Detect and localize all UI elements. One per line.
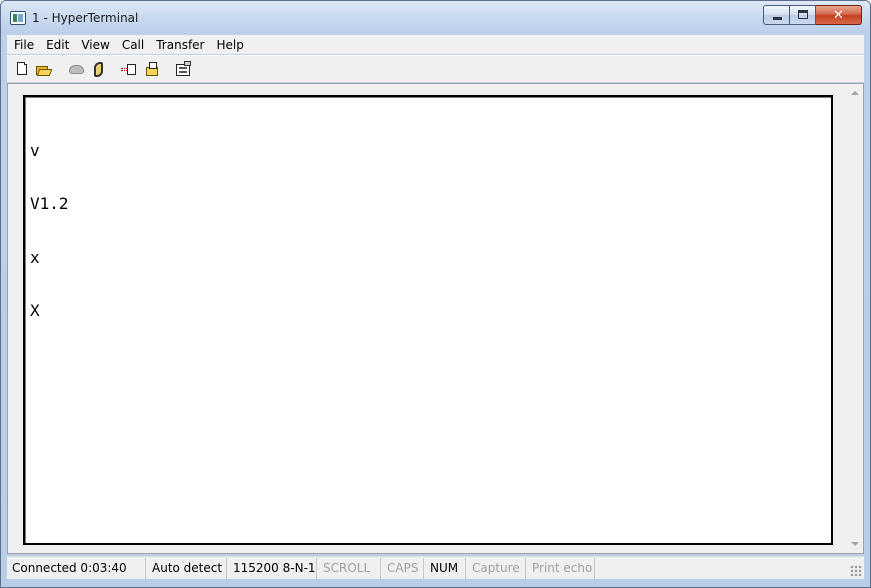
terminal-line: x: [30, 248, 40, 267]
status-caps: CAPS: [382, 558, 424, 579]
menu-view[interactable]: View: [74, 38, 114, 52]
client-area: v V1.2 x X: [7, 83, 864, 554]
menu-call[interactable]: Call: [115, 38, 149, 52]
arrow-down-icon: [851, 542, 859, 546]
properties-line: [179, 67, 187, 69]
menu-file[interactable]: File: [7, 38, 39, 52]
terminal-output: v V1.2 x X: [30, 106, 107, 356]
close-icon: ✕: [833, 7, 844, 22]
scroll-up-button[interactable]: [846, 85, 863, 102]
terminal-line: X: [30, 301, 40, 320]
status-num: NUM: [425, 558, 466, 579]
disconnect-button[interactable]: [68, 61, 85, 78]
disconnect-icon: [69, 65, 84, 74]
menu-help[interactable]: Help: [210, 38, 249, 52]
receive-page: [149, 62, 157, 69]
dial-phone-icon: [94, 62, 103, 77]
receive-file-button[interactable]: [144, 61, 161, 78]
arrow-up-icon: [851, 91, 859, 95]
window-title: 1 - HyperTerminal: [32, 11, 139, 25]
menu-bar: File Edit View Call Transfer Help: [7, 35, 864, 54]
maximize-icon: [798, 10, 808, 19]
menu-edit[interactable]: Edit: [39, 38, 74, 52]
open-button[interactable]: [35, 61, 53, 78]
caption-buttons: ✕: [763, 5, 862, 25]
scroll-down-button[interactable]: [846, 535, 863, 552]
terminal-line: v: [30, 141, 40, 160]
terminal-screen[interactable]: v V1.2 x X: [23, 95, 833, 545]
close-button[interactable]: ✕: [816, 5, 862, 25]
menu-transfer[interactable]: Transfer: [149, 38, 209, 52]
status-capture: Capture: [467, 558, 526, 579]
send-file-button[interactable]: [121, 61, 138, 78]
resize-grip-icon[interactable]: [850, 565, 862, 577]
page-fold: [24, 62, 27, 65]
title-bar[interactable]: 1 - HyperTerminal ✕: [1, 1, 870, 34]
toolbar: [7, 55, 864, 82]
vertical-scrollbar[interactable]: [846, 85, 863, 552]
terminal-line: V1.2: [30, 194, 69, 213]
hyperterminal-window: 1 - HyperTerminal ✕ File Edit View Call …: [0, 0, 871, 588]
status-baud: 115200 8-N-1: [228, 558, 317, 579]
status-auto-detect: Auto detect: [147, 558, 227, 579]
properties-line: [179, 71, 187, 73]
hyperterminal-app-icon[interactable]: [10, 11, 26, 25]
properties-button[interactable]: [175, 61, 192, 78]
status-print-echo: Print echo: [527, 558, 595, 579]
maximize-button[interactable]: [790, 5, 816, 25]
new-connection-button[interactable]: [15, 61, 32, 78]
status-bar: Connected 0:03:40 Auto detect 115200 8-N…: [7, 556, 864, 579]
properties-hand: [184, 61, 191, 66]
dial-button[interactable]: [90, 61, 107, 78]
status-connected: Connected 0:03:40: [7, 558, 146, 579]
minimize-button[interactable]: [763, 5, 790, 25]
send-file-icon: [127, 64, 136, 75]
status-scroll: SCROLL: [318, 558, 381, 579]
minimize-icon: [773, 17, 782, 20]
open-folder-flap: [36, 69, 53, 76]
